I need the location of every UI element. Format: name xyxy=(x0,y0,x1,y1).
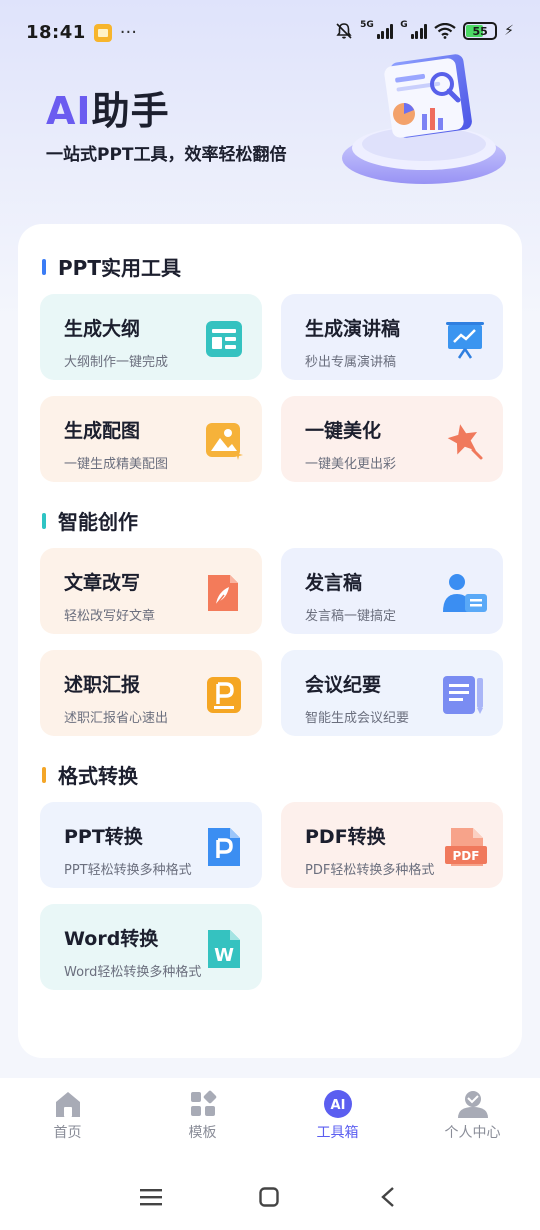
meeting-notes-icon xyxy=(443,676,483,714)
system-nav-bar xyxy=(0,1158,540,1230)
back-icon[interactable] xyxy=(380,1186,396,1208)
tool-generate-outline[interactable]: 生成大纲 大纲制作一键完成 xyxy=(40,294,262,380)
nav-label: 首页 xyxy=(53,1125,82,1141)
battery-level: 55 xyxy=(472,24,488,38)
battery-icon: 55 xyxy=(463,22,498,40)
signal-icon xyxy=(376,23,394,39)
pdf-icon-label: PDF xyxy=(453,849,480,863)
magic-star-icon xyxy=(447,424,483,460)
template-icon xyxy=(190,1090,216,1116)
section-ppt-tools: PPT实用工具 xyxy=(42,252,181,281)
section-title: PPT实用工具 xyxy=(58,256,181,280)
toolbox-card: PPT实用工具 生成大纲 大纲制作一键完成 生成演讲稿 秒出专属演讲稿 生成配图… xyxy=(18,224,522,1058)
tool-speech-draft[interactable]: 发言稿 发言稿一键搞定 xyxy=(281,548,503,634)
presentation-board-icon xyxy=(446,322,484,359)
wifi-icon xyxy=(434,23,456,39)
home-button-icon[interactable] xyxy=(259,1187,279,1207)
section-accent-bar xyxy=(42,258,46,275)
tool-article-rewrite[interactable]: 文章改写 轻松改写好文章 xyxy=(40,548,262,634)
signal-icon-2 xyxy=(410,23,428,39)
section-format-conversion: 格式转换 xyxy=(42,760,138,789)
word-file-icon: W xyxy=(208,930,240,968)
nav-label: 模板 xyxy=(188,1125,217,1141)
ai-toolbox-icon: AI xyxy=(323,1090,352,1118)
nav-label: 工具箱 xyxy=(316,1125,359,1141)
tool-generate-speech[interactable]: 生成演讲稿 秒出专属演讲稿 xyxy=(281,294,503,380)
nav-toolbox[interactable]: AI 工具箱 xyxy=(288,1090,388,1158)
title-ai: AI xyxy=(46,89,92,133)
network-5g-label: 5G xyxy=(360,20,374,30)
title-rest: 助手 xyxy=(91,89,170,133)
tool-word-convert[interactable]: Word转换 Word轻松转换多种格式 W xyxy=(40,904,262,990)
section-title: 智能创作 xyxy=(58,510,138,534)
charging-icon: ⚡ xyxy=(504,23,514,39)
bottom-nav: 首页 模板 AI 工具箱 个人中心 xyxy=(0,1078,540,1158)
section-title: 格式转换 xyxy=(58,764,138,788)
more-notifications-icon: ··· xyxy=(119,21,137,43)
mute-bell-icon xyxy=(336,23,352,39)
pdf-file-icon: PDF xyxy=(445,828,487,866)
word-icon-label: W xyxy=(214,945,234,966)
page-subtitle: 一站式PPT工具，效率轻松翻倍 xyxy=(46,145,287,165)
profile-icon xyxy=(457,1091,488,1118)
speaker-user-icon xyxy=(443,574,487,612)
tool-meeting-minutes[interactable]: 会议纪要 智能生成会议纪要 xyxy=(281,650,503,736)
section-accent-bar xyxy=(42,766,46,783)
section-smart-creation: 智能创作 xyxy=(42,506,138,535)
tool-pdf-convert[interactable]: PDF转换 PDF轻松转换多种格式 PDF xyxy=(281,802,503,888)
status-time: 18:41 xyxy=(26,22,86,43)
section-accent-bar xyxy=(42,512,46,529)
network-g-label: G xyxy=(400,20,408,30)
tool-ppt-convert[interactable]: PPT转换 PPT轻松转换多种格式 xyxy=(40,802,262,888)
feather-document-icon xyxy=(208,575,238,611)
menu-icon[interactable] xyxy=(140,1188,162,1206)
nav-template[interactable]: 模板 xyxy=(153,1090,253,1158)
gallery-notification-icon xyxy=(93,23,112,42)
page-title: AI助手 xyxy=(46,80,170,135)
home-icon xyxy=(55,1092,80,1117)
nav-profile[interactable]: 个人中心 xyxy=(423,1090,523,1158)
outline-icon xyxy=(206,321,242,357)
nav-label: 个人中心 xyxy=(444,1125,501,1141)
tool-work-report[interactable]: 述职汇报 述职汇报省心速出 xyxy=(40,650,262,736)
nav-home[interactable]: 首页 xyxy=(18,1090,118,1158)
image-generate-icon xyxy=(206,423,243,460)
tool-one-click-beautify[interactable]: 一键美化 一键美化更出彩 xyxy=(281,396,503,482)
hero-illustration-icon xyxy=(342,54,506,184)
ppt-file-icon xyxy=(208,828,240,866)
report-p-icon xyxy=(207,677,241,713)
ai-icon-label: AI xyxy=(330,1098,345,1113)
tool-generate-image[interactable]: 生成配图 一键生成精美配图 xyxy=(40,396,262,482)
